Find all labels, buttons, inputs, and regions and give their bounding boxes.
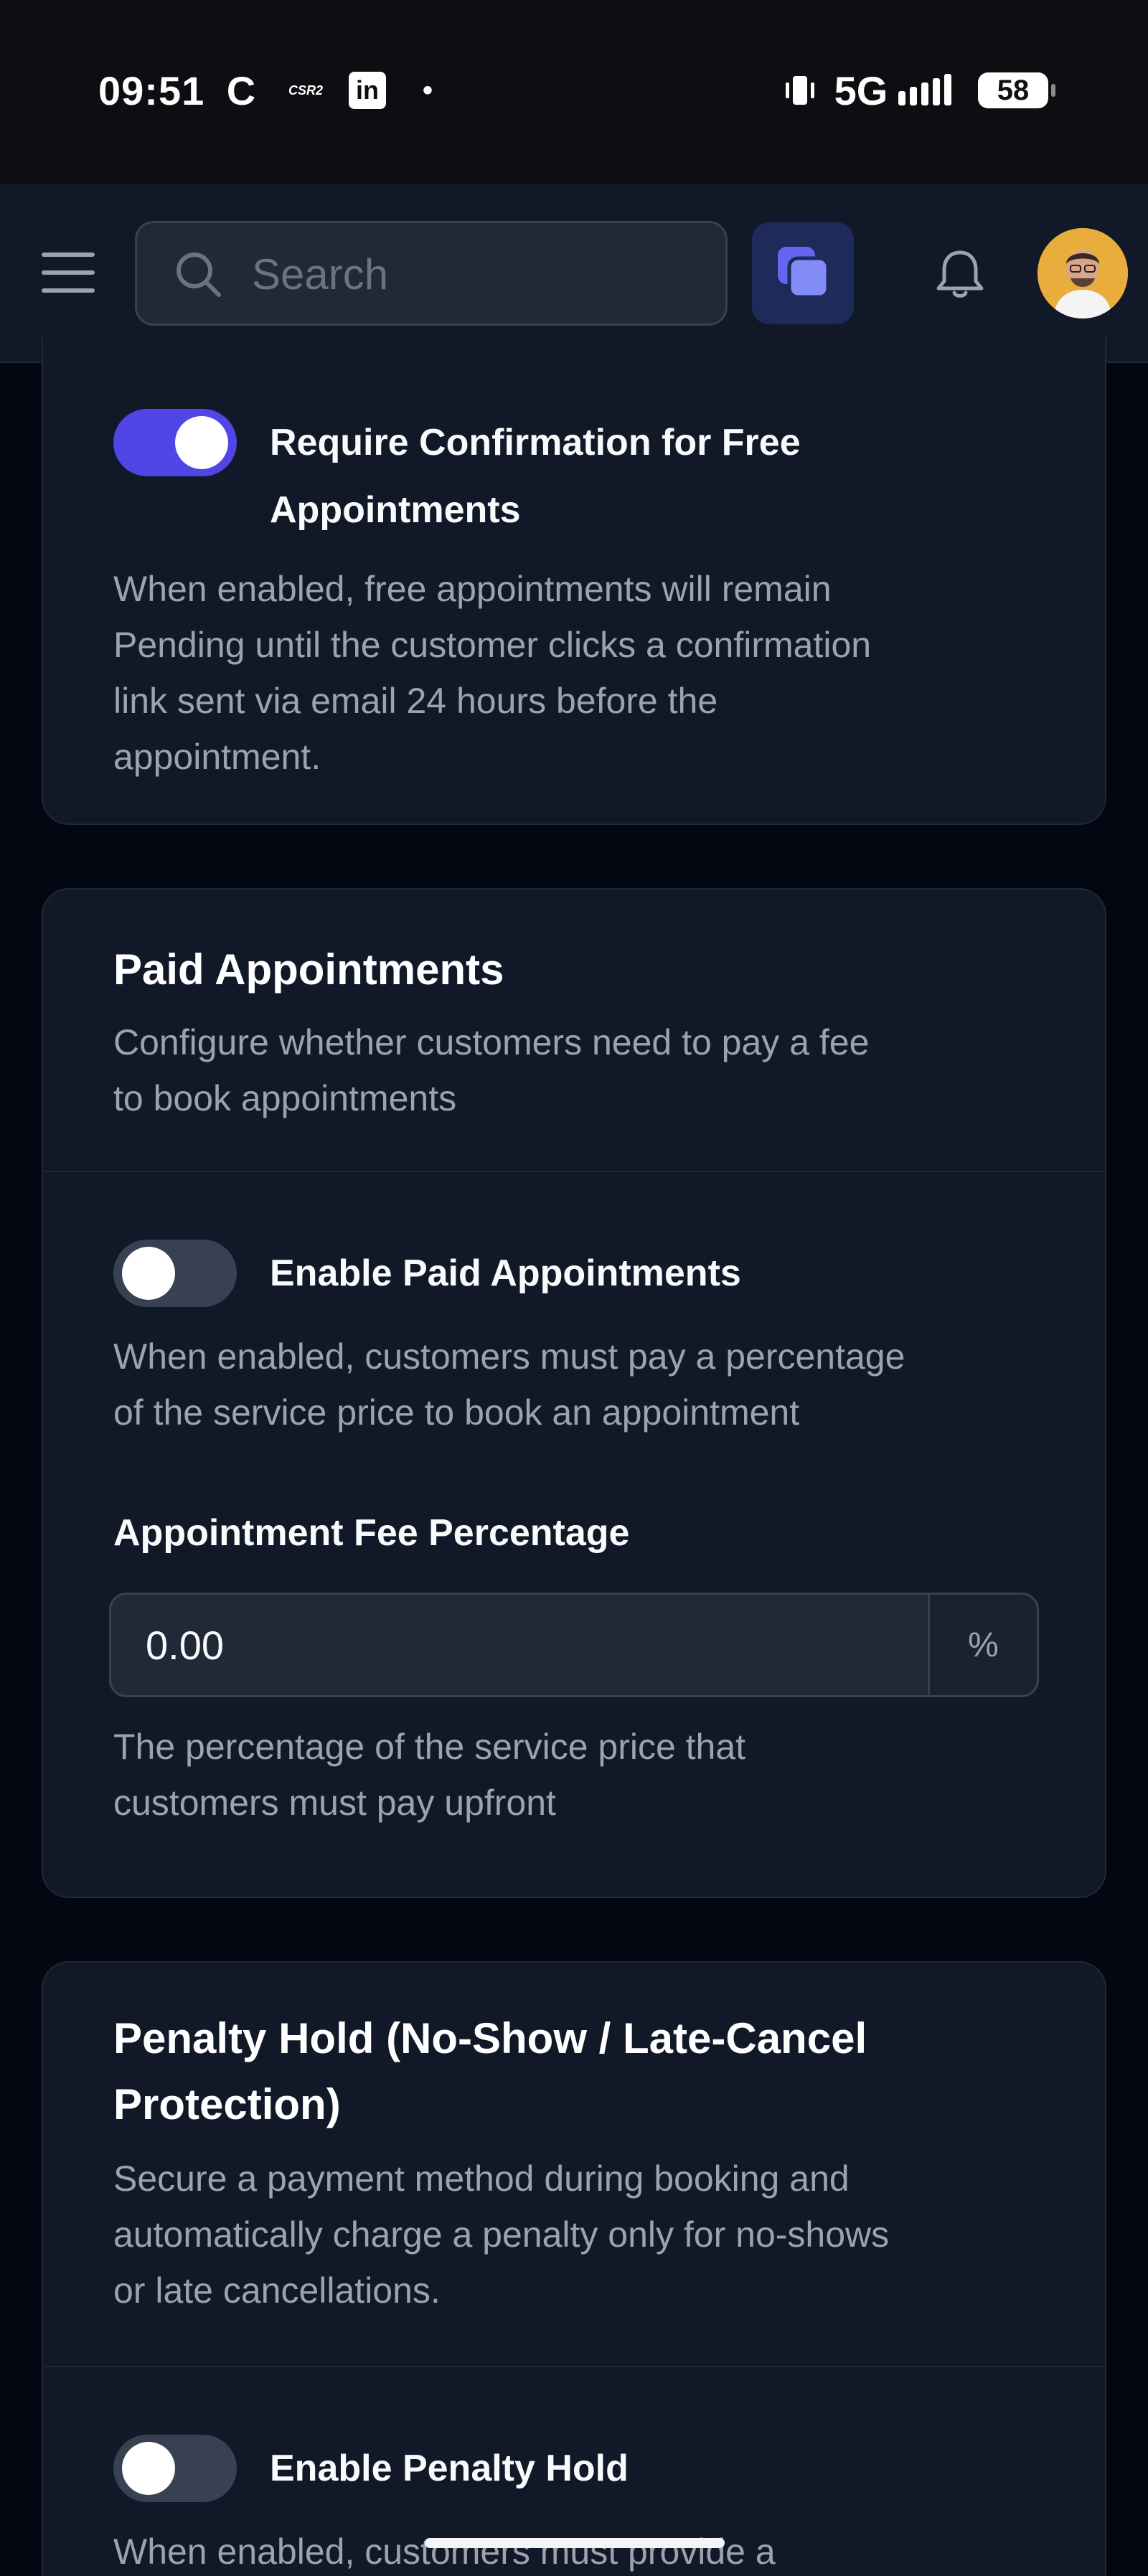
percent-suffix: % bbox=[928, 1595, 1037, 1695]
network-type: 5G bbox=[834, 67, 888, 113]
linkedin-icon: in bbox=[347, 70, 387, 110]
penalty-subtitle-line3: or late cancellations. bbox=[113, 2270, 441, 2311]
free-appointments-card: Require Confirmation for Free Appointmen… bbox=[42, 337, 1106, 825]
require-confirmation-label-line2: Appointments bbox=[270, 489, 521, 531]
apps-switcher-button[interactable] bbox=[752, 222, 854, 324]
enable-paid-appointments-label: Enable Paid Appointments bbox=[270, 1252, 741, 1294]
paid-card-subtitle-line1: Configure whether customers need to pay … bbox=[113, 1022, 870, 1062]
penalty-toggle-desc-line1: When enabled, customers must provide a bbox=[113, 2532, 776, 2572]
paid-card-divider bbox=[43, 1171, 1105, 1172]
fee-help-line1: The percentage of the service price that bbox=[113, 1727, 746, 1767]
paid-card-title: Paid Appointments bbox=[113, 945, 504, 994]
apps-icon bbox=[778, 247, 830, 299]
fee-percentage-label: Appointment Fee Percentage bbox=[113, 1512, 630, 1554]
enable-penalty-hold-label: Enable Penalty Hold bbox=[270, 2448, 629, 2489]
status-bar: 09:51 C CSR2 in • 5G 58 bbox=[0, 0, 1148, 184]
status-time: 09:51 bbox=[98, 68, 205, 113]
hamburger-menu-icon[interactable] bbox=[42, 253, 95, 294]
paid-toggle-desc-line1: When enabled, customers must pay a perce… bbox=[113, 1336, 905, 1377]
battery-level: 58 bbox=[997, 74, 1030, 106]
more-notifications-dot-icon: • bbox=[422, 74, 433, 106]
penalty-subtitle-line2: automatically charge a penalty only for … bbox=[113, 2214, 890, 2255]
signal-strength-icon bbox=[897, 70, 957, 110]
require-confirmation-label-line1: Require Confirmation for Free bbox=[270, 422, 801, 463]
require-confirmation-desc-line2: Pending until the customer clicks a conf… bbox=[113, 625, 872, 665]
search-box[interactable] bbox=[135, 221, 728, 326]
penalty-card-title-line2: Protection) bbox=[113, 2080, 341, 2128]
home-indicator bbox=[425, 2538, 725, 2548]
vibrate-icon bbox=[782, 70, 818, 110]
enable-paid-appointments-toggle[interactable] bbox=[113, 1240, 237, 1307]
app-header bbox=[0, 184, 1148, 363]
paid-toggle-desc-line2: of the service price to book an appointm… bbox=[113, 1392, 800, 1433]
penalty-subtitle-line1: Secure a payment method during booking a… bbox=[113, 2159, 850, 2199]
search-icon bbox=[177, 253, 221, 297]
paid-card-subtitle-line2: to book appointments bbox=[113, 1078, 457, 1118]
battery-icon: 58 bbox=[974, 70, 1055, 110]
search-input[interactable] bbox=[252, 243, 697, 305]
require-confirmation-toggle[interactable] bbox=[113, 409, 237, 476]
penalty-hold-card: Penalty Hold (No-Show / Late-Cancel Prot… bbox=[42, 1961, 1106, 2576]
fee-percentage-field: % bbox=[109, 1593, 1039, 1697]
notifications-button[interactable] bbox=[931, 245, 989, 303]
require-confirmation-desc-line3: link sent via email 24 hours before the bbox=[113, 681, 718, 721]
penalty-card-title-line1: Penalty Hold (No-Show / Late-Cancel bbox=[113, 2014, 867, 2062]
fee-percentage-input[interactable] bbox=[111, 1595, 925, 1695]
c-app-icon: C bbox=[226, 67, 256, 113]
require-confirmation-desc-line1: When enabled, free appointments will rem… bbox=[113, 569, 832, 609]
penalty-card-divider bbox=[43, 2366, 1105, 2367]
enable-penalty-hold-toggle[interactable] bbox=[113, 2435, 237, 2502]
csr2-app-icon: CSR2 bbox=[288, 82, 323, 98]
paid-appointments-card: Paid Appointments Configure whether cust… bbox=[42, 888, 1106, 1898]
avatar[interactable] bbox=[1038, 228, 1128, 319]
require-confirmation-desc-line4: appointment. bbox=[113, 737, 321, 777]
fee-help-line2: customers must pay upfront bbox=[113, 1783, 556, 1823]
bell-icon bbox=[936, 250, 984, 298]
